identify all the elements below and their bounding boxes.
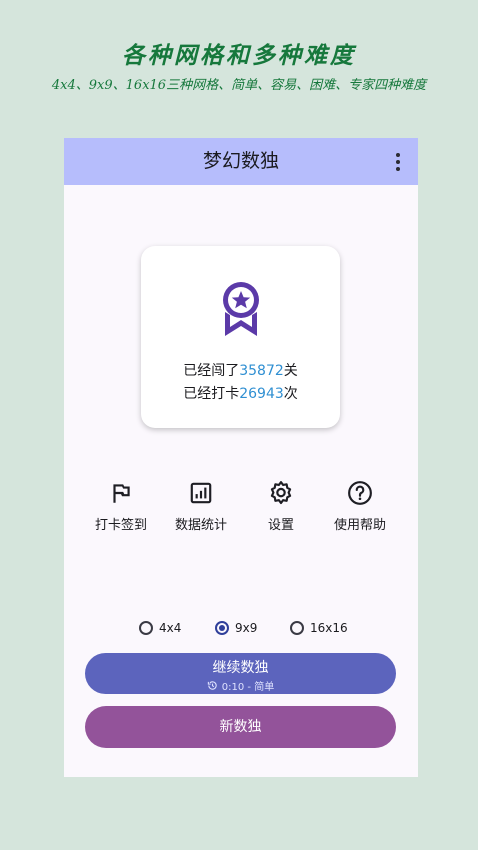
- radio-4x4[interactable]: 4x4: [139, 618, 181, 638]
- checkin-button[interactable]: 打卡签到: [79, 480, 163, 533]
- radio-circle: [139, 621, 153, 635]
- summary-card: 已经闯了35872关 已经打卡26943次: [141, 246, 340, 428]
- flag-icon: [113, 484, 130, 503]
- gear-icon: [270, 481, 292, 505]
- settings-label: 设置: [267, 518, 294, 533]
- settings-button[interactable]: 设置: [239, 480, 323, 533]
- grid-size-selector: 4x4 9x9 16x16: [64, 618, 418, 638]
- radio-label-4x4: 4x4: [159, 621, 182, 635]
- more-vert-icon[interactable]: [388, 150, 408, 174]
- bar-chart-icon: [190, 482, 212, 504]
- levels-passed-count: 35872: [239, 363, 284, 379]
- continue-label: 继续数独: [212, 660, 269, 676]
- checkin-count-text: 已经打卡26943次: [183, 386, 298, 402]
- continue-sudoku-button[interactable]: 继续数独 0:10 - 简单: [85, 653, 396, 694]
- radio-label-16x16: 16x16: [310, 621, 348, 635]
- app-screen: 梦幻数独 已经闯了35872关 已经打卡26943次 打卡签到 数据统计 设置 …: [64, 138, 418, 777]
- help-circle-icon: [348, 481, 372, 505]
- promo-title: 各种网格和多种难度: [122, 43, 356, 69]
- award-badge-icon: [223, 282, 259, 336]
- promo-subtitle: 4x4、9x9、16x16三种网格、简单、容易、困难、专家四种难度: [51, 78, 427, 93]
- radio-circle: [290, 621, 304, 635]
- radio-label-9x9: 9x9: [235, 621, 258, 635]
- radio-circle-selected: [215, 621, 229, 635]
- continue-detail: 0:10 - 简单: [85, 678, 396, 693]
- levels-passed-text: 已经闯了35872关: [183, 363, 298, 379]
- history-icon: [207, 681, 217, 690]
- radio-9x9[interactable]: 9x9: [215, 618, 257, 638]
- checkin-count: 26943: [239, 386, 284, 402]
- radio-16x16[interactable]: 16x16: [290, 618, 348, 638]
- checkin-label: 打卡签到: [94, 518, 147, 533]
- app-bar: 梦幻数独: [64, 138, 418, 185]
- statistics-label: 数据统计: [174, 518, 227, 533]
- new-sudoku-button[interactable]: 新数独: [85, 706, 396, 748]
- help-label: 使用帮助: [333, 518, 386, 533]
- help-button[interactable]: 使用帮助: [318, 480, 402, 533]
- app-title: 梦幻数独: [202, 150, 279, 172]
- action-row: 打卡签到 数据统计 设置 使用帮助: [64, 480, 418, 540]
- statistics-button[interactable]: 数据统计: [159, 480, 243, 533]
